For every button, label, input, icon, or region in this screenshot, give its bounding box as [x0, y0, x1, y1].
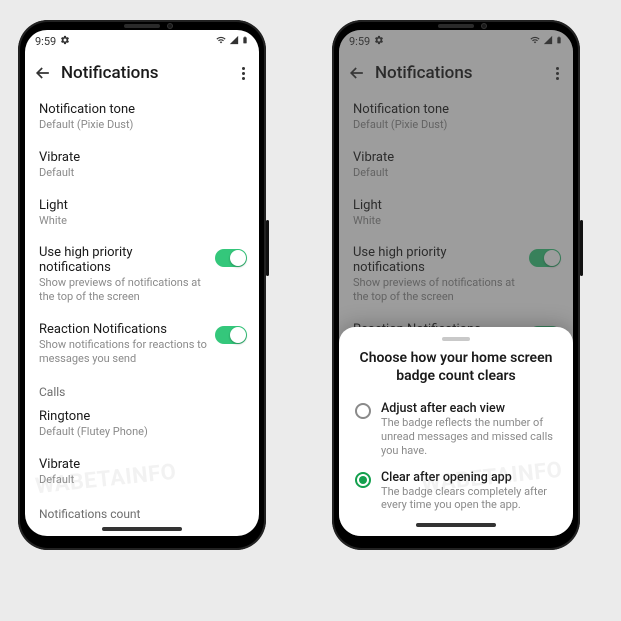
- toggle-high-priority[interactable]: [215, 249, 247, 267]
- phone-camera: [481, 23, 487, 29]
- signal-icon: [229, 35, 239, 48]
- sheet-handle[interactable]: [442, 337, 470, 341]
- app-bar: Notifications: [339, 52, 573, 94]
- app-bar: Notifications: [25, 52, 259, 94]
- setting-value: White: [39, 214, 245, 228]
- gear-icon: [60, 35, 70, 48]
- setting-title: Ringtone: [39, 409, 245, 424]
- setting-notification-tone[interactable]: Notification tone Default (Pixie Dust): [25, 94, 259, 140]
- status-time: 9:59: [349, 35, 370, 48]
- power-button: [266, 220, 269, 276]
- nav-pill[interactable]: [416, 523, 496, 527]
- toggle-reaction[interactable]: [215, 326, 247, 344]
- settings-list[interactable]: Notification tone Default (Pixie Dust) V…: [25, 94, 259, 522]
- page-title: Notifications: [375, 63, 542, 83]
- phone-speaker: [124, 24, 160, 28]
- setting-title: Notification tone: [39, 102, 245, 117]
- phone-speaker: [438, 24, 474, 28]
- toggle-high-priority: [529, 249, 561, 267]
- battery-icon: [555, 34, 563, 49]
- sheet-title: Choose how your home screen badge count …: [339, 349, 573, 395]
- setting-value: Default: [39, 166, 245, 180]
- radio-icon[interactable]: [355, 403, 371, 419]
- page-title: Notifications: [61, 63, 228, 83]
- option-adjust-after-view[interactable]: Adjust after each view The badge reflect…: [339, 395, 573, 463]
- option-desc: The badge clears completely after every …: [381, 485, 557, 513]
- nav-bar: [25, 522, 259, 536]
- signal-icon: [543, 35, 553, 48]
- power-button: [580, 220, 583, 276]
- phone-camera: [167, 23, 173, 29]
- phone-left: 9:59 Notifications: [18, 20, 266, 550]
- option-title: Adjust after each view: [381, 401, 557, 416]
- bottom-sheet: Choose how your home screen badge count …: [339, 327, 573, 536]
- wifi-icon: [529, 35, 541, 48]
- status-bar: 9:59: [25, 30, 259, 52]
- setting-title: Light: [39, 198, 245, 213]
- setting-ringtone[interactable]: Ringtone Default (Flutey Phone): [25, 401, 259, 447]
- setting-value: Default (Flutey Phone): [39, 425, 245, 439]
- wifi-icon: [215, 35, 227, 48]
- overflow-menu-icon[interactable]: [236, 61, 251, 86]
- setting-high-priority[interactable]: Use high priority notifications Show pre…: [25, 235, 259, 312]
- setting-value: Default: [39, 473, 245, 487]
- setting-light: Light White: [339, 188, 573, 236]
- gear-icon: [374, 35, 384, 48]
- setting-vibrate: Vibrate Default: [339, 140, 573, 188]
- nav-pill[interactable]: [102, 527, 182, 531]
- option-clear-after-opening[interactable]: Clear after opening app The badge clears…: [339, 464, 573, 519]
- status-time: 9:59: [35, 35, 56, 48]
- setting-high-priority: Use high priority notifications Show pre…: [339, 235, 573, 312]
- setting-title: Vibrate: [39, 457, 245, 472]
- radio-icon-selected[interactable]: [355, 472, 371, 488]
- phone-right: 9:59 Notifications: [332, 20, 580, 550]
- option-desc: The badge reflects the number of unread …: [381, 416, 557, 457]
- section-notifications-count: Notifications count: [25, 495, 259, 522]
- back-icon[interactable]: [347, 63, 367, 83]
- back-icon[interactable]: [33, 63, 53, 83]
- nav-bar: [339, 518, 573, 532]
- setting-desc: Show previews of notifications at the to…: [39, 276, 207, 304]
- setting-vibrate[interactable]: Vibrate Default: [25, 140, 259, 188]
- setting-light[interactable]: Light White: [25, 188, 259, 236]
- option-title: Clear after opening app: [381, 470, 557, 485]
- status-bar: 9:59: [339, 30, 573, 52]
- setting-value: Default (Pixie Dust): [39, 118, 245, 132]
- setting-calls-vibrate[interactable]: Vibrate Default: [25, 447, 259, 495]
- overflow-menu-icon[interactable]: [550, 61, 565, 86]
- section-calls: Calls: [25, 373, 259, 401]
- setting-desc: Show notifications for reactions to mess…: [39, 338, 207, 366]
- setting-notification-tone: Notification tone Default (Pixie Dust): [339, 94, 573, 140]
- setting-reaction-notifications[interactable]: Reaction Notifications Show notification…: [25, 312, 259, 374]
- setting-title: Reaction Notifications: [39, 322, 207, 337]
- battery-icon: [241, 34, 249, 49]
- setting-title: Vibrate: [39, 150, 245, 165]
- setting-title: Use high priority notifications: [39, 245, 207, 275]
